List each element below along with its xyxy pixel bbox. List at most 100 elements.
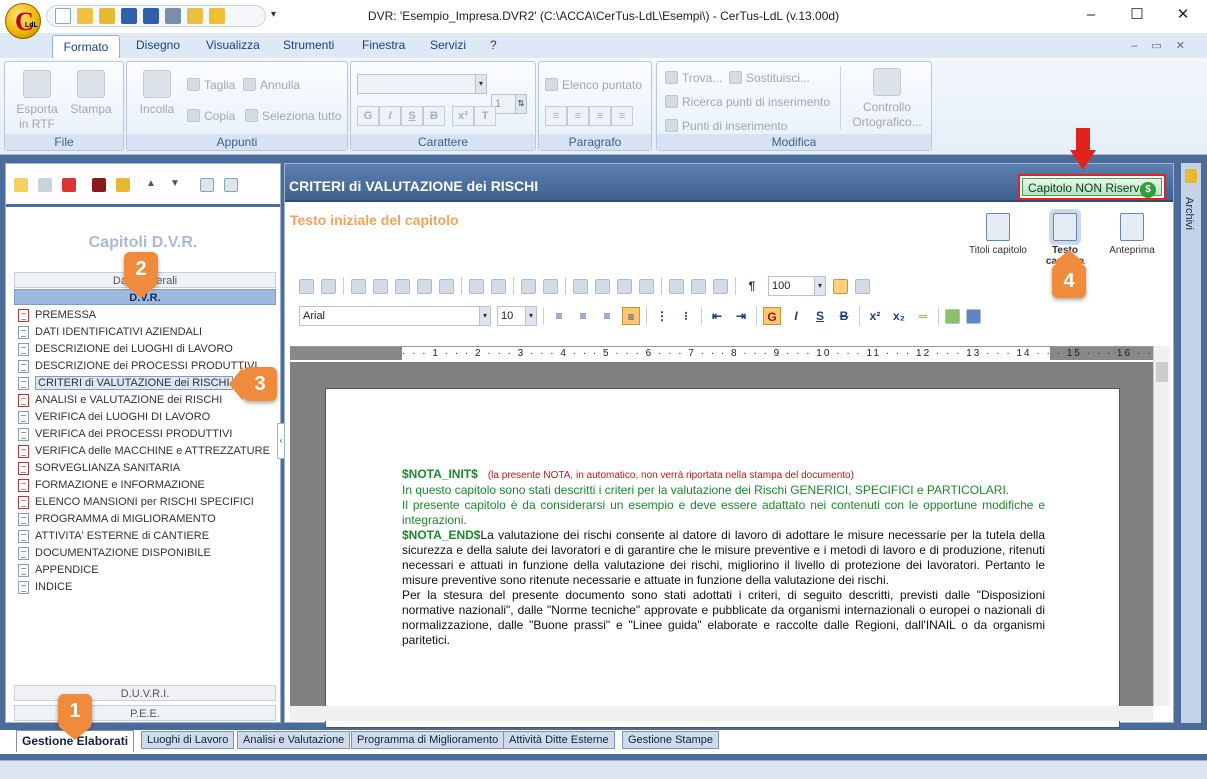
copy-icon[interactable]: [373, 278, 388, 294]
maximize-icon[interactable]: ☐: [1122, 4, 1152, 26]
align-left-icon[interactable]: ≡: [550, 307, 568, 325]
paste-button[interactable]: Incolla: [135, 70, 179, 117]
subscript-icon[interactable]: x₂: [890, 307, 908, 325]
mdi-window-controls[interactable]: –▭✕: [1131, 39, 1199, 52]
horizontal-scrollbar[interactable]: [290, 706, 1153, 721]
tab-luoghi-lavoro[interactable]: Luoghi di Lavoro: [141, 731, 235, 749]
redo-icon[interactable]: [491, 278, 506, 294]
chapter-item[interactable]: FORMAZIONE e INFORMAZIONE: [15, 477, 245, 494]
horizontal-rule-icon[interactable]: ═: [914, 307, 932, 325]
clock-icon[interactable]: [713, 278, 728, 294]
tab-gestione-stampe[interactable]: Gestione Stampe: [622, 731, 719, 749]
chapter-item[interactable]: DATI IDENTIFICATIVI AZIENDALI: [15, 324, 245, 341]
tab-analisi-valutazione[interactable]: Analisi e Valutazione: [237, 731, 351, 749]
image-icon[interactable]: [595, 278, 610, 294]
view-titoli-button[interactable]: Titoli capitolo: [968, 209, 1028, 267]
find-icon[interactable]: [521, 278, 536, 294]
underline-button[interactable]: S: [811, 307, 829, 325]
new-chapter-icon[interactable]: [14, 178, 28, 192]
vertical-scrollbar[interactable]: [1153, 346, 1170, 706]
chapter-item[interactable]: VERIFICA delle MACCHINE e ATTREZZATURE: [15, 443, 270, 460]
page-layout-icon[interactable]: [833, 278, 848, 294]
close-icon[interactable]: ✕: [1168, 4, 1198, 26]
import-icon[interactable]: [92, 178, 106, 192]
document-area[interactable]: $NOTA_INIT$ (la presente NOTA, in automa…: [290, 362, 1153, 728]
export-rtf-button[interactable]: Esporta in RTF: [13, 70, 61, 132]
document-page[interactable]: $NOTA_INIT$ (la presente NOTA, in automa…: [325, 388, 1120, 728]
bullet-list-button[interactable]: Elenco puntato: [545, 78, 642, 92]
align-right-icon[interactable]: ≡: [598, 307, 616, 325]
replace-icon[interactable]: [543, 278, 558, 294]
chapter-item[interactable]: ELENCO MANSIONI per RISCHI SPECIFICI: [15, 494, 254, 511]
paint-icon[interactable]: [639, 278, 654, 294]
underline-button[interactable]: S: [401, 106, 423, 126]
justify-icon[interactable]: ≡: [622, 307, 640, 325]
cut-button[interactable]: Taglia: [187, 78, 235, 92]
page-icon[interactable]: [669, 278, 684, 294]
align-left-icon[interactable]: ≡: [545, 106, 567, 126]
globe-icon[interactable]: [617, 278, 632, 294]
strike-button[interactable]: B: [835, 307, 853, 325]
delete-icon[interactable]: [62, 178, 76, 192]
print-icon[interactable]: [299, 278, 314, 294]
undo-icon[interactable]: [469, 278, 484, 294]
cut-icon[interactable]: [351, 278, 366, 294]
copy-button[interactable]: Copia: [187, 109, 235, 123]
tab-programma-miglioramento[interactable]: Programma di Miglioramento: [351, 731, 505, 749]
chapter-item[interactable]: VERIFICA dei PROCESSI PRODUTTIVI: [15, 426, 245, 443]
font-size-combo[interactable]: 10 ▾: [497, 306, 537, 326]
chapter-item[interactable]: VERIFICA dei LUOGHI DI LAVORO: [15, 409, 245, 426]
chapter-item[interactable]: PREMESSA: [15, 307, 245, 324]
move-up-icon[interactable]: ▲: [146, 178, 160, 192]
find-button[interactable]: Trova...: [665, 71, 722, 85]
minimize-icon[interactable]: –: [1076, 4, 1106, 26]
chapter-item[interactable]: DOCUMENTAZIONE DISPONIBILE: [15, 545, 245, 562]
zoom-combo[interactable]: 100 ▾: [768, 276, 826, 296]
chapter-item[interactable]: INDICE: [15, 579, 245, 596]
tab-finestra[interactable]: Finestra: [362, 38, 405, 52]
insertion-points-button[interactable]: Punti di inserimento: [665, 119, 787, 133]
tab-strumenti[interactable]: Strumenti: [283, 38, 334, 52]
app-logo[interactable]: C LdL: [5, 3, 41, 39]
table-icon[interactable]: [573, 278, 588, 294]
numbered-list-icon[interactable]: ⋮: [653, 307, 671, 325]
tab-servizi[interactable]: Servizi: [430, 38, 466, 52]
section-pee[interactable]: P.E.E.: [14, 705, 276, 721]
indent-icon[interactable]: ⇥: [732, 307, 750, 325]
bold-button[interactable]: G: [357, 106, 379, 126]
chapter-item[interactable]: ATTIVITA' ESTERNE di CANTIERE: [15, 528, 245, 545]
move-down-icon[interactable]: ▼: [170, 178, 184, 192]
chapter-item[interactable]: PROGRAMMA di MIGLIORAMENTO: [15, 511, 245, 528]
tab-disegno[interactable]: Disegno: [136, 38, 180, 52]
chapter-item[interactable]: DESCRIZIONE dei PROCESSI PRODUTTIVI: [15, 358, 257, 375]
calendar-icon[interactable]: [691, 278, 706, 294]
section-duvri[interactable]: D.U.V.R.I.: [14, 685, 276, 701]
justify-icon[interactable]: ≡: [611, 106, 633, 126]
text-style-icon[interactable]: [966, 308, 981, 324]
superscript-icon[interactable]: x²: [866, 307, 884, 325]
pilcrow-icon[interactable]: ¶: [743, 277, 761, 295]
edit-chapter-icon[interactable]: [38, 178, 52, 192]
replace-button[interactable]: Sostituisci...: [729, 71, 810, 85]
spellcheck-button[interactable]: Controllo Ortografico...: [847, 68, 927, 130]
collapse-icon[interactable]: [224, 178, 238, 192]
page-setup-icon[interactable]: [855, 278, 870, 294]
bullet-list-icon[interactable]: ⁝: [677, 307, 695, 325]
italic-button[interactable]: I: [379, 106, 401, 126]
view-anteprima-button[interactable]: Anteprima: [1102, 209, 1162, 267]
italic-button[interactable]: I: [787, 307, 805, 325]
chapter-item[interactable]: DESCRIZIONE dei LUOGHI di LAVORO: [15, 341, 245, 358]
chapter-item[interactable]: SORVEGLIANZA SANITARIA: [15, 460, 245, 477]
strike-button[interactable]: B: [423, 106, 445, 126]
print-button[interactable]: Stampa: [67, 70, 115, 117]
tab-formato[interactable]: Formato: [52, 35, 120, 59]
bold-button[interactable]: G: [763, 307, 781, 325]
spellcheck-icon[interactable]: [439, 278, 454, 294]
tab-visualizza[interactable]: Visualizza: [206, 38, 260, 52]
chapter-item[interactable]: CRITERI di VALUTAZIONE dei RISCHI: [15, 375, 245, 392]
search-points-button[interactable]: Ricerca punti di inserimento: [665, 95, 830, 109]
align-right-icon[interactable]: ≡: [589, 106, 611, 126]
archive-icon[interactable]: [116, 178, 130, 192]
font-combo[interactable]: Arial ▾: [299, 306, 491, 326]
archivi-sidebar[interactable]: Archivi: [1181, 163, 1201, 723]
